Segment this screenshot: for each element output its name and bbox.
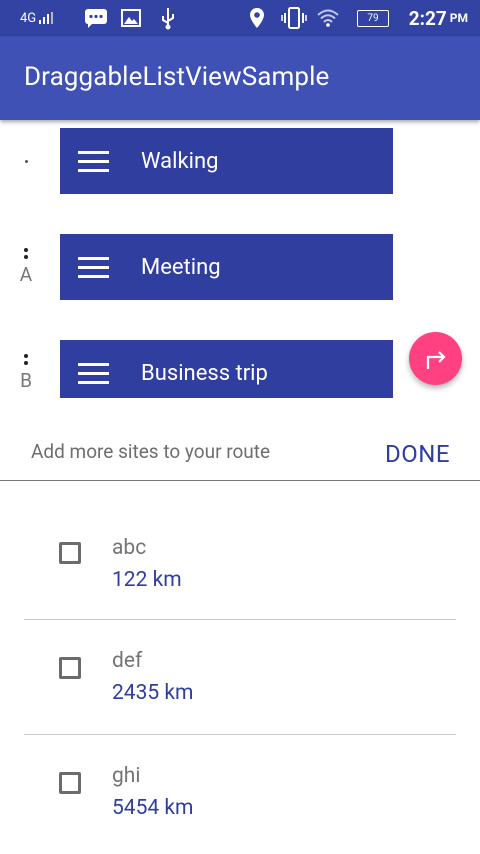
clock-ampm: PM <box>449 11 468 25</box>
site-checkbox[interactable] <box>59 657 81 679</box>
drag-handle-icon[interactable] <box>78 256 109 278</box>
route-label: Business trip <box>141 360 268 386</box>
site-item-ghi[interactable]: ghi 5454 km <box>0 736 480 850</box>
connector-dots-icon <box>24 354 28 365</box>
section-divider <box>0 480 480 481</box>
dot-icon <box>24 159 28 163</box>
list-divider <box>24 619 456 620</box>
connector-dots-icon <box>24 248 28 259</box>
route-item-walking[interactable]: Walking <box>0 128 480 194</box>
site-distance: 2435 km <box>112 681 194 705</box>
site-name: ghi <box>112 764 141 788</box>
wifi-icon <box>317 9 339 27</box>
route-label: Meeting <box>141 254 221 280</box>
route-marker <box>10 128 42 194</box>
drag-handle-icon[interactable] <box>78 362 109 384</box>
network-indicator: 4G <box>20 0 55 36</box>
signal-icon <box>39 12 54 24</box>
route-item-business-trip[interactable]: B Business trip <box>0 340 480 398</box>
route-marker-letter: A <box>19 263 33 286</box>
done-button[interactable]: DONE <box>385 440 450 468</box>
site-name: abc <box>112 536 147 560</box>
site-distance: 5454 km <box>112 796 194 820</box>
site-item-abc[interactable]: abc 122 km <box>0 506 480 620</box>
turn-right-icon <box>426 350 446 369</box>
route-marker: A <box>10 234 42 300</box>
route-label: Walking <box>141 148 219 174</box>
route-card[interactable]: Business trip <box>60 340 393 398</box>
site-item-def[interactable]: def 2435 km <box>0 621 480 735</box>
route-item-meeting[interactable]: A Meeting <box>0 234 480 300</box>
add-more-label: Add more sites to your route <box>31 440 271 463</box>
usb-icon <box>162 8 174 30</box>
battery-icon: 79 <box>357 10 389 27</box>
vibrate-icon <box>281 7 307 29</box>
site-checkbox[interactable] <box>59 772 81 794</box>
battery-level: 79 <box>367 13 379 24</box>
image-notification-icon <box>121 9 141 27</box>
site-distance: 122 km <box>112 568 182 592</box>
route-marker-letter: B <box>20 369 32 392</box>
site-name: def <box>112 649 143 673</box>
message-notification-icon <box>85 9 107 28</box>
network-type: 4G <box>20 10 37 26</box>
route-marker: B <box>10 340 42 398</box>
app-title: DraggableListViewSample <box>24 62 330 92</box>
clock: 2:27 PM <box>409 0 468 36</box>
list-divider <box>24 734 456 735</box>
status-bar: 4G 79 2:27 PM <box>0 0 480 36</box>
app-bar: DraggableListViewSample <box>0 36 480 120</box>
site-checkbox[interactable] <box>59 542 81 564</box>
route-card[interactable]: Meeting <box>60 234 393 300</box>
drag-handle-icon[interactable] <box>78 150 109 172</box>
location-icon <box>250 8 264 28</box>
route-card[interactable]: Walking <box>60 128 393 194</box>
directions-fab-button[interactable] <box>409 332 462 385</box>
clock-time: 2:27 <box>408 6 447 30</box>
